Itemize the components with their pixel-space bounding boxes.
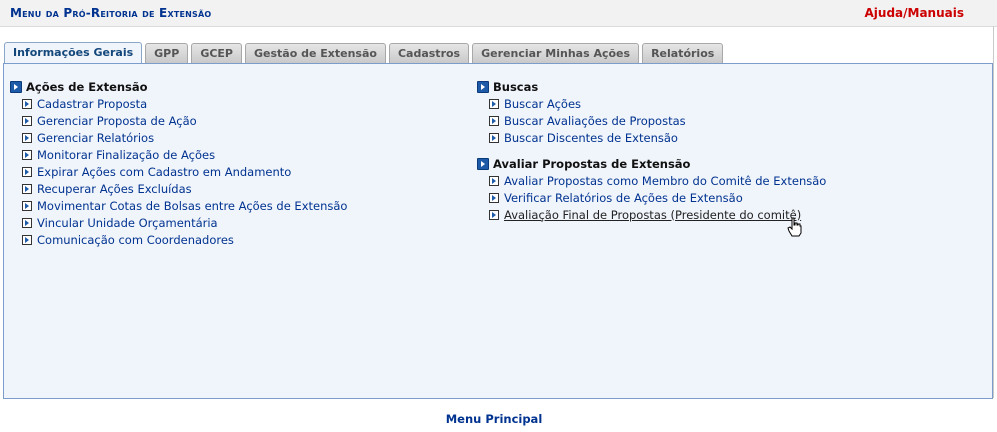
- menu-link-movimentar-cotas[interactable]: Movimentar Cotas de Bolsas entre Ações d…: [37, 199, 347, 213]
- arrow-bullet-icon: [489, 115, 499, 126]
- divider: [993, 26, 994, 398]
- menu-link-verificar-relatorios[interactable]: Verificar Relatórios de Ações de Extensã…: [504, 191, 743, 205]
- section-title: Ações de Extensão: [10, 78, 347, 95]
- section-title-label: Ações de Extensão: [26, 79, 148, 94]
- list-item: Avaliar Propostas como Membro do Comitê …: [489, 172, 826, 189]
- list-item: Buscar Discentes de Extensão: [489, 129, 686, 146]
- list-item: Buscar Avaliações de Propostas: [489, 112, 686, 129]
- tab-informacoes-gerais[interactable]: Informações Gerais: [4, 42, 143, 64]
- arrow-bullet-icon: [22, 217, 32, 228]
- list-item: Gerenciar Proposta de Ação: [22, 112, 347, 129]
- tab-gestao-de-extensao[interactable]: Gestão de Extensão: [245, 43, 386, 63]
- arrow-bullet-icon: [22, 200, 32, 211]
- list-item: Verificar Relatórios de Ações de Extensã…: [489, 189, 826, 206]
- arrow-bullet-icon: [22, 234, 32, 245]
- section-acoes-de-extensao: Ações de Extensão Cadastrar Proposta Ger…: [10, 78, 347, 248]
- tab-gcep[interactable]: GCEP: [191, 43, 242, 63]
- section-title: Buscas: [477, 78, 686, 95]
- menu-list: Cadastrar Proposta Gerenciar Proposta de…: [10, 95, 347, 248]
- tab-cadastros[interactable]: Cadastros: [388, 43, 470, 63]
- tab-panel: Ações de Extensão Cadastrar Proposta Ger…: [3, 63, 993, 399]
- section-bullet-icon: [477, 80, 489, 93]
- menu-link-recuperar-acoes[interactable]: Recuperar Ações Excluídas: [37, 182, 192, 196]
- list-item: Movimentar Cotas de Bolsas entre Ações d…: [22, 197, 347, 214]
- help-manuals-link[interactable]: Ajuda/Manuais: [865, 6, 965, 20]
- section-avaliar-propostas: Avaliar Propostas de Extensão Avaliar Pr…: [477, 155, 826, 223]
- section-title: Avaliar Propostas de Extensão: [477, 155, 826, 172]
- main-menu-link[interactable]: Menu Principal: [0, 412, 988, 426]
- menu-link-monitorar-finalizacao[interactable]: Monitorar Finalização de Ações: [37, 148, 215, 162]
- arrow-bullet-icon: [489, 192, 499, 203]
- page-header: Menu da Pró-Reitoria de Extensão Ajuda/M…: [0, 0, 997, 27]
- list-item: Recuperar Ações Excluídas: [22, 180, 347, 197]
- arrow-bullet-icon: [22, 149, 32, 160]
- tab-gerenciar-minhas-acoes[interactable]: Gerenciar Minhas Ações: [472, 43, 640, 63]
- arrow-bullet-icon: [22, 98, 32, 109]
- list-item: Vincular Unidade Orçamentária: [22, 214, 347, 231]
- menu-list: Buscar Ações Buscar Avaliações de Propos…: [477, 95, 686, 146]
- menu-link-avaliar-comite[interactable]: Avaliar Propostas como Membro do Comitê …: [504, 174, 826, 188]
- arrow-bullet-icon: [22, 166, 32, 177]
- menu-link-vincular-unidade[interactable]: Vincular Unidade Orçamentária: [37, 216, 218, 230]
- menu-link-buscar-avaliacoes[interactable]: Buscar Avaliações de Propostas: [504, 114, 686, 128]
- tab-gpp[interactable]: GPP: [145, 43, 189, 63]
- list-item: Monitorar Finalização de Ações: [22, 146, 347, 163]
- tab-bar: Informações Gerais GPP GCEP Gestão de Ex…: [4, 42, 724, 64]
- menu-link-gerenciar-relatorios[interactable]: Gerenciar Relatórios: [37, 131, 154, 145]
- list-item: Comunicação com Coordenadores: [22, 231, 347, 248]
- section-bullet-icon: [477, 157, 489, 170]
- menu-link-cadastrar-proposta[interactable]: Cadastrar Proposta: [37, 97, 147, 111]
- tab-relatorios[interactable]: Relatórios: [642, 43, 724, 63]
- menu-link-avaliacao-final[interactable]: Avaliação Final de Propostas (Presidente…: [504, 208, 801, 222]
- menu-link-buscar-acoes[interactable]: Buscar Ações: [504, 97, 581, 111]
- arrow-bullet-icon: [22, 183, 32, 194]
- arrow-bullet-icon: [22, 132, 32, 143]
- list-item: Gerenciar Relatórios: [22, 129, 347, 146]
- list-item: Avaliação Final de Propostas (Presidente…: [489, 206, 826, 223]
- menu-link-expirar-acoes[interactable]: Expirar Ações com Cadastro em Andamento: [37, 165, 291, 179]
- section-title-label: Buscas: [493, 79, 539, 94]
- section-bullet-icon: [10, 80, 22, 93]
- menu-link-gerenciar-proposta[interactable]: Gerenciar Proposta de Ação: [37, 114, 197, 128]
- menu-link-comunicacao-coordenadores[interactable]: Comunicação com Coordenadores: [37, 233, 234, 247]
- arrow-bullet-icon: [489, 98, 499, 109]
- arrow-bullet-icon: [489, 209, 499, 220]
- arrow-bullet-icon: [22, 115, 32, 126]
- list-item: Buscar Ações: [489, 95, 686, 112]
- section-title-label: Avaliar Propostas de Extensão: [493, 156, 691, 171]
- menu-link-buscar-discentes[interactable]: Buscar Discentes de Extensão: [504, 131, 678, 145]
- menu-list: Avaliar Propostas como Membro do Comitê …: [477, 172, 826, 223]
- page-title: Menu da Pró-Reitoria de Extensão: [10, 6, 212, 20]
- arrow-bullet-icon: [489, 132, 499, 143]
- hand-cursor-icon: [787, 217, 802, 237]
- arrow-bullet-icon: [489, 175, 499, 186]
- list-item: Expirar Ações com Cadastro em Andamento: [22, 163, 347, 180]
- list-item: Cadastrar Proposta: [22, 95, 347, 112]
- section-buscas: Buscas Buscar Ações Buscar Avaliações de…: [477, 78, 686, 146]
